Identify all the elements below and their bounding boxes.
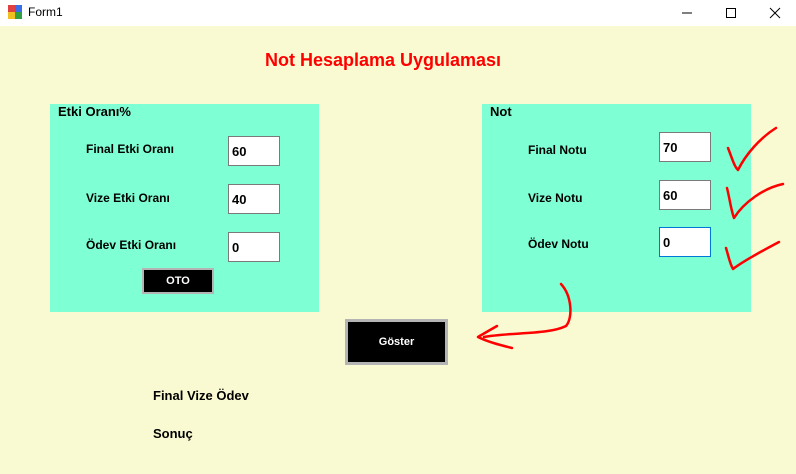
auto-button[interactable]: OTO [142, 268, 214, 294]
minimize-icon [682, 12, 692, 14]
midterm-weight-label: Vize Etki Oranı [86, 191, 170, 205]
final-grade-input[interactable] [659, 132, 711, 162]
close-button[interactable] [752, 0, 796, 26]
final-grade-label: Final Notu [528, 143, 587, 157]
midterm-grade-label: Vize Notu [528, 191, 583, 205]
final-weight-input[interactable] [228, 136, 280, 166]
homework-grade-label: Ödev Notu [528, 237, 589, 251]
midterm-grade-input[interactable] [659, 180, 711, 210]
minimize-button[interactable] [664, 0, 710, 26]
form-client-area: Not Hesaplama Uygulaması Etki Oranı% Fin… [0, 26, 796, 474]
homework-weight-input[interactable] [228, 232, 280, 262]
homework-weight-label: Ödev Etki Oranı [86, 238, 177, 252]
arrow-head-icon [476, 324, 514, 350]
midterm-weight-input[interactable] [228, 184, 280, 214]
grades-group: Not Final Notu Vize Notu Ödev Notu [482, 104, 751, 312]
app-icon [8, 5, 22, 19]
page-title: Not Hesaplama Uygulaması [264, 50, 502, 70]
maximize-button[interactable] [708, 0, 754, 26]
weights-group: Etki Oranı% Final Etki Oranı Vize Etki O… [50, 104, 319, 312]
maximize-icon [726, 8, 736, 18]
window-title: Form1 [28, 5, 63, 19]
close-icon [769, 7, 781, 19]
show-button[interactable]: Göster [345, 319, 448, 365]
final-weight-label: Final Etki Oranı [86, 142, 175, 156]
grades-group-caption: Not [490, 104, 512, 119]
weights-group-caption: Etki Oranı% [58, 104, 131, 119]
homework-grade-input[interactable] [659, 227, 711, 257]
summary-label: Final Vize Ödev [153, 388, 249, 403]
result-label: Sonuç [153, 426, 193, 441]
title-bar: Form1 [0, 0, 796, 26]
